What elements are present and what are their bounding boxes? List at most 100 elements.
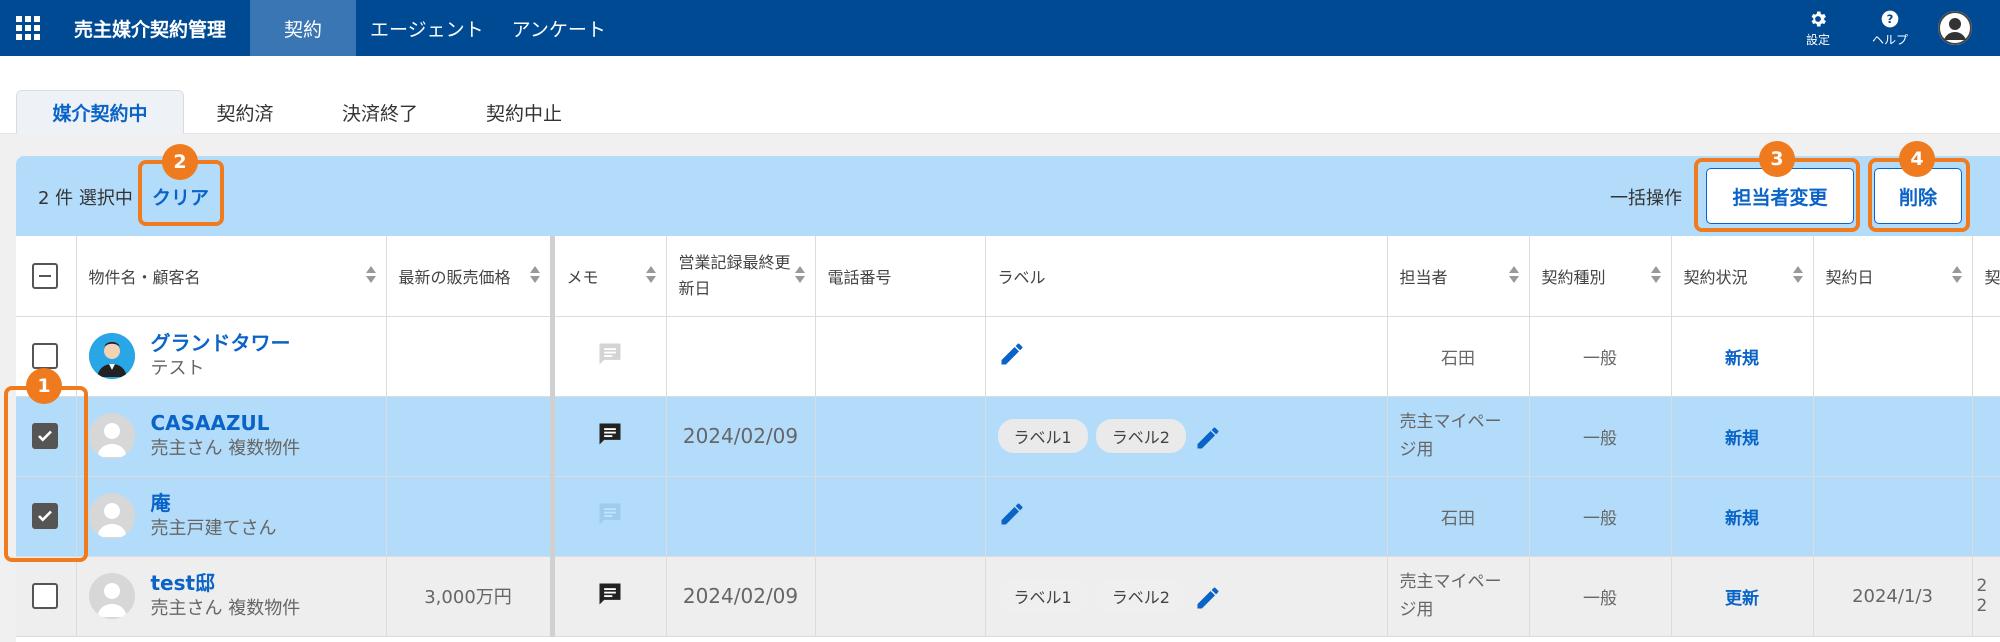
sort-icon[interactable] — [529, 266, 540, 284]
bulk-operations-label: 一括操作 — [1610, 188, 1682, 209]
user-avatar[interactable] — [1938, 11, 1972, 45]
last-record-date: 2024/02/09 — [666, 396, 816, 477]
table-row[interactable]: CASAAZUL 売主さん 複数物件 2024/02/09 ラベル1 ラベル2 売主… — [16, 396, 2000, 477]
customer-avatar — [88, 413, 135, 459]
annotation-badge: 3 — [1759, 141, 1795, 177]
contract-date-cell — [1813, 396, 1973, 477]
owner-cell: 売主マイページ用 — [1387, 396, 1530, 477]
customer-name: テスト — [150, 358, 205, 379]
select-all-checkbox[interactable] — [32, 262, 58, 289]
edit-pencil-icon[interactable] — [998, 500, 1026, 528]
customer-avatar — [88, 493, 135, 539]
column-header-contract-type[interactable]: 契約種別 — [1529, 236, 1672, 317]
label-tag: ラベル1 — [997, 579, 1088, 613]
customer-name: 売主戸建てさん — [150, 518, 277, 539]
contract-status-cell[interactable]: 新規 — [1671, 396, 1814, 477]
column-header-contract-status[interactable]: 契約状況 — [1671, 236, 1814, 317]
contract-date-cell — [1813, 476, 1973, 557]
sort-icon[interactable] — [645, 266, 656, 284]
memo-icon[interactable] — [596, 340, 624, 368]
owner-cell: 売主マイページ用 — [1387, 556, 1530, 637]
top-bar: 売主媒介契約管理 契約 エージェント アンケート 設定 ? ヘルプ — [0, 0, 2000, 56]
tab-active-contracts[interactable]: 媒介契約中 — [16, 90, 184, 134]
property-name[interactable]: 庵 — [151, 490, 277, 516]
header-select-all — [16, 236, 77, 317]
app-title[interactable]: 売主媒介契約管理 — [74, 15, 226, 42]
phone-cell — [815, 316, 986, 397]
settings-button[interactable]: 設定 — [1782, 9, 1854, 48]
annotation-badge: 2 — [162, 144, 198, 180]
property-name[interactable]: test邸 — [151, 570, 301, 596]
truncated-cell — [1972, 396, 2000, 477]
sort-icon[interactable] — [1508, 266, 1519, 284]
app-launcher-icon[interactable] — [0, 0, 56, 56]
memo-icon[interactable] — [596, 500, 624, 528]
help-label: ヘルプ — [1871, 32, 1908, 47]
column-header-memo[interactable]: メモ — [552, 236, 667, 317]
last-record-date: 2024/02/09 — [666, 556, 816, 637]
contracts-table: 物件名・顧客名 最新の販売価格 メモ 営業記録最終更新日 電話番号 ラベル 担当… — [16, 236, 2000, 637]
edit-pencil-icon[interactable] — [998, 340, 1026, 368]
row-checkbox[interactable] — [32, 343, 58, 369]
contract-type-cell: 一般 — [1529, 396, 1672, 477]
tab-cancelled[interactable]: 契約中止 — [454, 90, 594, 134]
sort-icon[interactable] — [1951, 266, 1962, 284]
property-name[interactable]: CASAAZUL — [151, 410, 301, 436]
customer-name: 売主さん 複数物件 — [150, 438, 301, 459]
contract-type-cell: 一般 — [1529, 316, 1672, 397]
column-header-phone[interactable]: 電話番号 — [815, 236, 986, 317]
annotation-box-checkboxes — [4, 386, 88, 562]
memo-icon[interactable] — [596, 580, 624, 608]
main-nav: 契約 エージェント アンケート — [250, 0, 620, 56]
truncated-cell — [1972, 476, 2000, 557]
table-row[interactable]: グランドタワー テスト 石田 一般 新規 — [16, 316, 2000, 397]
price-cell — [386, 396, 555, 477]
price-cell — [386, 316, 555, 397]
tab-settled[interactable]: 決済終了 — [306, 90, 454, 134]
settings-label: 設定 — [1805, 32, 1830, 47]
column-header-price[interactable]: 最新の販売価格 — [386, 236, 555, 317]
customer-avatar — [88, 333, 135, 379]
help-button[interactable]: ? ヘルプ — [1854, 9, 1926, 48]
annotation-badge: 1 — [26, 368, 62, 404]
annotation-badge: 4 — [1899, 141, 1935, 177]
column-header-truncated[interactable]: 契 — [1972, 236, 2000, 317]
label-tag: ラベル2 — [1095, 419, 1186, 453]
tab-contracted[interactable]: 契約済 — [184, 90, 306, 134]
column-header-name[interactable]: 物件名・顧客名 — [76, 236, 387, 317]
owner-cell: 石田 — [1387, 476, 1530, 557]
nav-contracts[interactable]: 契約 — [250, 0, 357, 56]
phone-cell — [815, 476, 986, 557]
edit-pencil-icon[interactable] — [1194, 584, 1222, 612]
contract-date-cell: 2024/1/3 — [1813, 556, 1973, 637]
sort-icon[interactable] — [794, 266, 805, 284]
price-cell — [386, 476, 555, 557]
memo-icon[interactable] — [596, 420, 624, 448]
column-header-label[interactable]: ラベル — [985, 236, 1388, 317]
customer-name: 売主さん 複数物件 — [150, 598, 301, 619]
column-header-contract-date[interactable]: 契約日 — [1813, 236, 1973, 317]
contract-type-cell: 一般 — [1529, 556, 1672, 637]
svg-text:?: ? — [1887, 12, 1894, 26]
table-row[interactable]: 庵売主戸建てさん 石田 一般 新規 — [16, 476, 2000, 557]
label-tag: ラベル1 — [997, 419, 1088, 453]
column-header-owner[interactable]: 担当者 — [1387, 236, 1530, 317]
selected-count: 2 件 選択中 — [38, 188, 133, 209]
row-checkbox[interactable] — [32, 583, 58, 609]
contract-status-cell[interactable]: 新規 — [1671, 476, 1814, 557]
owner-cell: 石田 — [1387, 316, 1530, 397]
edit-pencil-icon[interactable] — [1194, 424, 1222, 452]
nav-agents[interactable]: エージェント — [356, 0, 498, 56]
contract-status-cell[interactable]: 更新 — [1671, 556, 1814, 637]
property-name[interactable]: グランドタワー — [151, 330, 291, 356]
sort-icon[interactable] — [365, 266, 376, 284]
contract-status-cell[interactable]: 新規 — [1671, 316, 1814, 397]
table-row[interactable]: test邸 売主さん 複数物件 3,000万円 2024/02/09 ラベル1 ラベ… — [16, 556, 2000, 637]
phone-cell — [815, 556, 986, 637]
nav-surveys[interactable]: アンケート — [498, 0, 620, 56]
sort-icon[interactable] — [1650, 266, 1661, 284]
customer-avatar — [88, 573, 135, 619]
sort-icon[interactable] — [1792, 266, 1803, 284]
column-header-last-record[interactable]: 営業記録最終更新日 — [666, 236, 816, 317]
gear-icon — [1811, 11, 1826, 26]
